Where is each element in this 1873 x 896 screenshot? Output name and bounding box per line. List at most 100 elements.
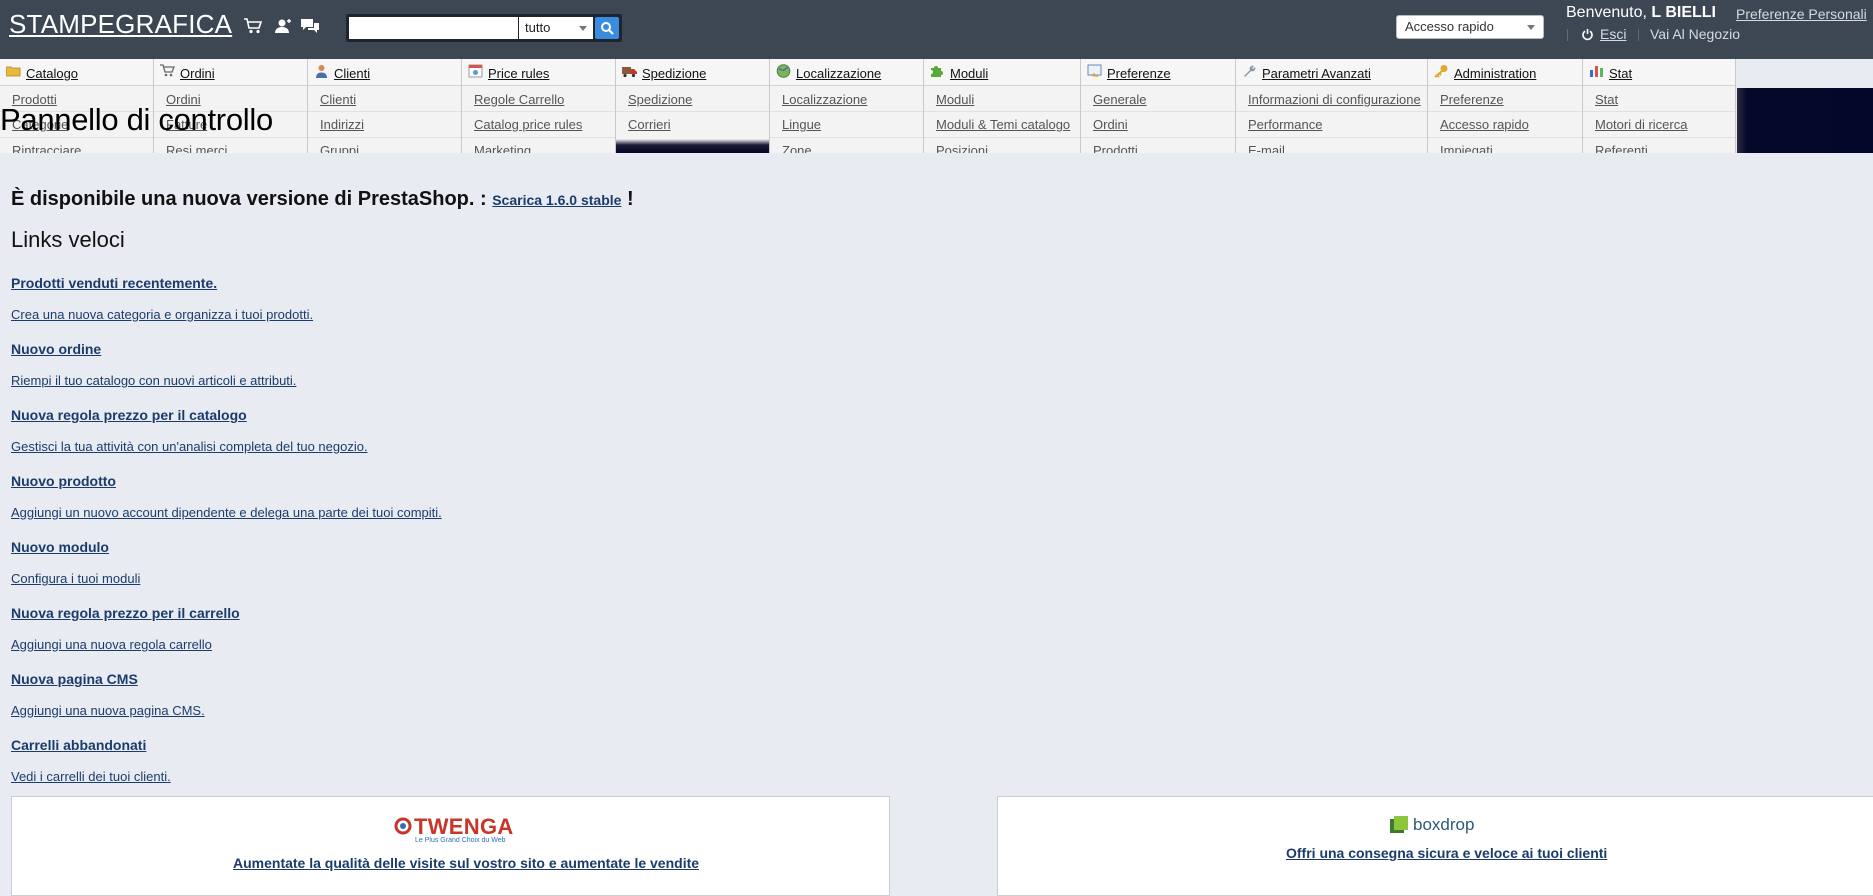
quick-link-title[interactable]: Nuova regola prezzo per il catalogo [11, 407, 247, 423]
submenu-item[interactable]: Moduli & Temi catalogo [936, 117, 1070, 132]
tab-preferenze[interactable]: Preferenze Generale Ordini Prodotti [1081, 59, 1236, 153]
welcome-prefix: Benvenuto, [1566, 4, 1647, 21]
tab-moduli[interactable]: Moduli Moduli Moduli & Temi catalogo Pos… [924, 59, 1081, 153]
view-shop-link[interactable]: Vai Al Negozio [1650, 26, 1740, 42]
truck-icon [622, 64, 637, 78]
main-menu: Catalogo Prodotti Categorie Rintracciare… [0, 59, 1873, 153]
tab-localizzazione[interactable]: Localizzazione Localizzazione Lingue Zon… [770, 59, 924, 153]
search-scope-select[interactable]: tutto [519, 17, 593, 39]
tab-label[interactable]: Clienti [334, 66, 370, 81]
submenu-item[interactable]: Indirizzi [320, 117, 364, 132]
messages-icon[interactable] [300, 17, 320, 35]
submenu-item[interactable]: Informazioni di configurazione [1248, 92, 1421, 107]
submenu-item[interactable]: Stat [1595, 92, 1618, 107]
tab-label[interactable]: Stat [1609, 66, 1632, 81]
tab-clienti[interactable]: Clienti Clienti Indirizzi Gruppi [308, 59, 462, 153]
logout-link[interactable]: Esci [1600, 26, 1626, 42]
key-icon [1434, 64, 1449, 78]
quick-link-title[interactable]: Nuova pagina CMS [11, 671, 138, 687]
twenga-link[interactable]: Aumentate la qualità delle visite sul vo… [233, 855, 699, 871]
puzzle-icon [930, 64, 945, 78]
personal-preferences-link[interactable]: Preferenze Personali [1736, 6, 1867, 22]
submenu-item[interactable]: Posizioni [936, 143, 988, 153]
submenu-item[interactable]: Prodotti [1093, 143, 1138, 153]
submenu-item[interactable]: Referenti [1595, 143, 1648, 153]
quick-link-description[interactable]: Riempi il tuo catalogo con nuovi articol… [11, 373, 296, 388]
submenu-item[interactable]: Corrieri [628, 117, 671, 132]
submenu-item[interactable]: Clienti [320, 92, 356, 107]
search-scope-value: tutto [525, 20, 551, 35]
employee-name: L BIELLI [1651, 4, 1716, 21]
submenu-item[interactable]: Localizzazione [782, 92, 867, 107]
tab-label[interactable]: Preferenze [1107, 66, 1171, 81]
submenu-item[interactable]: Generale [1093, 92, 1146, 107]
partner-twenga: TWENGA Le Plus Grand Choix du Web Aument… [11, 796, 890, 896]
tab-label[interactable]: Spedizione [642, 66, 706, 81]
submenu-item[interactable]: Catalog price rules [474, 117, 582, 132]
chevron-down-icon [1527, 25, 1535, 30]
submenu-item[interactable]: Accesso rapido [1440, 117, 1529, 132]
power-icon[interactable] [1581, 28, 1594, 41]
customer-icon[interactable] [272, 17, 292, 35]
tab-label[interactable]: Ordini [180, 66, 215, 81]
quick-link-description[interactable]: Vedi i carrelli dei tuoi clienti. [11, 769, 171, 784]
quick-link-description[interactable]: Crea una nuova categoria e organizza i t… [11, 307, 313, 322]
submenu-item[interactable]: Impiegati [1440, 143, 1493, 153]
submenu-item[interactable]: Spedizione [628, 92, 692, 107]
submenu-item[interactable]: Ordini [1093, 117, 1128, 132]
submenu-item[interactable]: Resi merci [166, 143, 227, 153]
partner-boxdrop: boxdrop Offri una consegna sicura e velo… [997, 796, 1873, 896]
tab-label[interactable]: Catalogo [26, 66, 78, 81]
quick-link-title[interactable]: Nuova regola prezzo per il carrello [11, 605, 240, 621]
tab-label[interactable]: Parametri Avanzati [1262, 66, 1371, 81]
download-update-link[interactable]: Scarica 1.6.0 stable [492, 192, 621, 208]
twenga-tagline: Le Plus Grand Choix du Web [415, 837, 506, 844]
quick-links-title: Links veloci [11, 227, 125, 252]
tab-price-rules[interactable]: Price rules Regole Carrello Catalog pric… [462, 59, 616, 153]
tab-stat[interactable]: Stat Stat Motori di ricerca Referenti [1583, 59, 1736, 153]
search-button[interactable] [595, 17, 619, 39]
submenu-item[interactable]: Moduli [936, 92, 974, 107]
cart-icon[interactable] [243, 17, 263, 35]
folder-icon [5, 64, 21, 78]
shop-name-link[interactable]: STAMPEGRAFICA [9, 9, 232, 40]
update-notice: È disponibile una nuova versione di Pres… [11, 188, 634, 211]
submenu-item[interactable]: Gruppi [320, 143, 359, 153]
dashboard-content: È disponibile una nuova versione di Pres… [0, 153, 1873, 896]
cart-icon [160, 64, 175, 78]
twenga-logo[interactable]: TWENGA Le Plus Grand Choix du Web [394, 814, 514, 846]
tab-label[interactable]: Price rules [488, 66, 549, 81]
tab-parametri-avanzati[interactable]: Parametri Avanzati Informazioni di confi… [1236, 59, 1428, 153]
search-input[interactable] [349, 17, 518, 39]
submenu-item[interactable]: E-mail [1248, 143, 1285, 153]
tab-label[interactable]: Administration [1454, 66, 1536, 81]
submenu-item[interactable]: Lingue [782, 117, 821, 132]
submenu-item[interactable]: Motori di ricerca [1595, 117, 1687, 132]
submenu-item[interactable]: Performance [1248, 117, 1322, 132]
quick-link-title[interactable]: Prodotti venduti recentemente. [11, 275, 217, 291]
divider [1567, 29, 1568, 41]
quick-link-description[interactable]: Aggiungi una nuova regola carrello [11, 637, 212, 652]
submenu-item[interactable]: Regole Carrello [474, 92, 564, 107]
quick-access-select[interactable]: Accesso rapido [1396, 15, 1544, 39]
quick-link-description[interactable]: Aggiungi una nuova pagina CMS. [11, 703, 205, 718]
quick-link-description[interactable]: Gestisci la tua attività con un'analisi … [11, 439, 368, 454]
quick-link-title[interactable]: Carrelli abbandonati [11, 737, 146, 753]
quick-link-title[interactable]: Nuovo prodotto [11, 473, 116, 489]
update-notice-text: È disponibile una nuova versione di Pres… [11, 188, 487, 210]
quick-link-description[interactable]: Configura i tuoi moduli [11, 571, 140, 586]
submenu-item[interactable]: Zone [782, 143, 812, 153]
boxdrop-link[interactable]: Offri una consegna sicura e veloce ai tu… [1286, 845, 1607, 861]
top-header: STAMPEGRAFICA tutto Accesso rapido Benve… [0, 0, 1873, 59]
submenu-item[interactable]: Preferenze [1440, 92, 1504, 107]
tab-label[interactable]: Localizzazione [796, 66, 881, 81]
submenu-item[interactable]: Rintracciare [12, 143, 81, 153]
tab-administration[interactable]: Administration Preferenze Accesso rapido… [1428, 59, 1583, 153]
quick-link-description[interactable]: Aggiungi un nuovo account dipendente e d… [11, 505, 442, 520]
boxdrop-logo[interactable]: boxdrop [1388, 814, 1498, 838]
globe-icon [776, 64, 791, 78]
quick-link-title[interactable]: Nuovo ordine [11, 341, 101, 357]
quick-link-title[interactable]: Nuovo modulo [11, 539, 109, 555]
tab-label[interactable]: Moduli [950, 66, 988, 81]
submenu-item[interactable]: Marketing [474, 143, 531, 153]
